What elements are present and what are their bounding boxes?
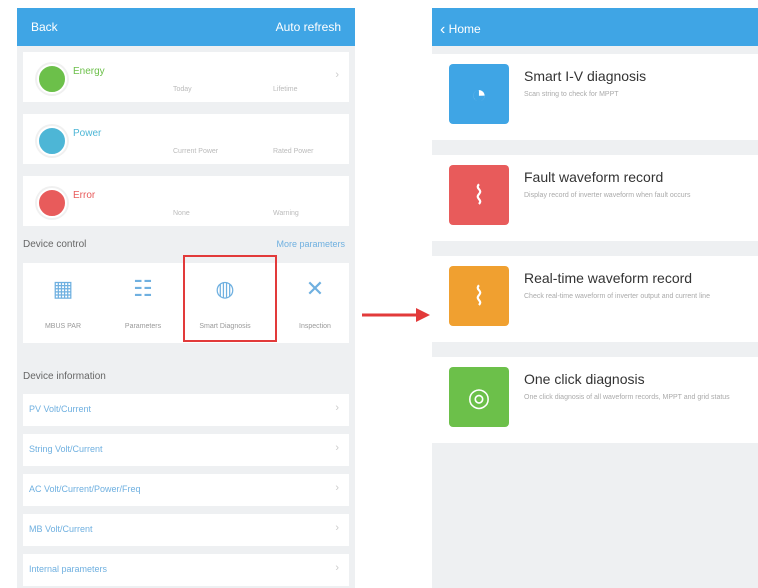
power-sub1: Current Power — [173, 148, 219, 155]
tools-icon: ✕ — [305, 276, 325, 301]
control-item-inspection[interactable]: ✕ Inspection — [275, 263, 355, 343]
energy-icon — [37, 64, 67, 94]
arrow-right-icon — [362, 308, 430, 322]
item-description: Check real-time waveform of inverter out… — [524, 293, 710, 300]
diagnosis-item-realtime-waveform[interactable]: ⌇ Real-time waveform record Check real-t… — [432, 256, 758, 342]
info-row-label: AC Volt/Current/Power/Freq — [29, 484, 141, 494]
control-label: Inspection — [299, 323, 331, 330]
control-label: Parameters — [124, 323, 162, 330]
item-description: One click diagnosis of all waveform reco… — [524, 394, 730, 401]
diagnosis-icon: ◎ — [449, 367, 509, 427]
energy-sub1: Today — [173, 86, 192, 93]
solar-panel-icon: ▦ — [52, 276, 74, 301]
power-icon — [37, 126, 67, 156]
info-row-label: String Volt/Current — [29, 444, 103, 454]
device-control-title: Device control — [23, 239, 87, 250]
item-title: Smart I-V diagnosis — [524, 68, 647, 84]
back-button[interactable]: Back — [31, 20, 58, 34]
chevron-right-icon: › — [335, 69, 339, 81]
error-title: Error — [73, 190, 96, 201]
iv-curve-icon: ◔ — [449, 64, 509, 124]
top-bar: ‹ Home — [432, 8, 758, 46]
info-row-label: PV Volt/Current — [29, 404, 92, 414]
info-row-label: Internal parameters — [29, 564, 108, 574]
error-icon — [37, 188, 67, 218]
smart-diagnosis-screen: ‹ Home ◔ Smart I-V diagnosis Scan string… — [432, 8, 758, 588]
info-row[interactable]: MB Volt/Current › — [23, 514, 349, 546]
energy-card[interactable]: Energy Today Lifetime › — [23, 52, 349, 102]
info-row[interactable]: Internal parameters › — [23, 554, 349, 586]
device-information-title: Device information — [23, 371, 106, 382]
top-bar: Back Auto refresh — [17, 8, 355, 46]
diagnosis-item-one-click[interactable]: ◎ One click diagnosis One click diagnosi… — [432, 357, 758, 443]
item-title: One click diagnosis — [524, 371, 645, 387]
back-label: Home — [448, 22, 481, 36]
power-card[interactable]: Power Current Power Rated Power — [23, 114, 349, 164]
diagnosis-item-fault-waveform[interactable]: ⌇ Fault waveform record Display record o… — [432, 155, 758, 241]
control-label: MBUS PAR — [44, 323, 82, 330]
fault-waveform-icon: ⌇ — [449, 165, 509, 225]
highlight-box — [183, 255, 277, 342]
power-sub2: Rated Power — [273, 148, 314, 155]
energy-title: Energy — [73, 66, 105, 77]
chevron-right-icon: › — [335, 482, 339, 494]
error-sub2: Warning — [273, 210, 299, 217]
power-title: Power — [73, 128, 102, 139]
error-sub1: None — [173, 210, 190, 217]
info-row[interactable]: AC Volt/Current/Power/Freq › — [23, 474, 349, 506]
chevron-left-icon: ‹ — [440, 21, 446, 38]
item-title: Real-time waveform record — [524, 270, 693, 286]
chevron-right-icon: › — [335, 562, 339, 574]
back-button[interactable]: ‹ Home — [440, 20, 481, 38]
control-item-parameters[interactable]: ☷ Parameters — [103, 263, 183, 343]
item-description: Display record of inverter waveform when… — [524, 192, 691, 199]
chevron-right-icon: › — [335, 442, 339, 454]
info-row[interactable]: PV Volt/Current › — [23, 394, 349, 426]
chevron-right-icon: › — [335, 522, 339, 534]
control-item-mbus[interactable]: ▦ MBUS PAR — [23, 263, 103, 343]
auto-refresh-button[interactable]: Auto refresh — [276, 20, 341, 34]
item-description: Scan string to check for MPPT — [524, 91, 619, 98]
info-row-label: MB Volt/Current — [29, 524, 93, 534]
more-parameters-link[interactable]: More parameters — [276, 239, 345, 249]
info-row[interactable]: String Volt/Current › — [23, 434, 349, 466]
energy-sub2: Lifetime — [273, 86, 298, 93]
error-card[interactable]: Error None Warning — [23, 176, 349, 226]
item-title: Fault waveform record — [524, 169, 664, 185]
chevron-right-icon: › — [335, 402, 339, 414]
realtime-waveform-icon: ⌇ — [449, 266, 509, 326]
diagnosis-item-smart-iv[interactable]: ◔ Smart I-V diagnosis Scan string to che… — [432, 54, 758, 140]
sliders-icon: ☷ — [133, 276, 153, 301]
